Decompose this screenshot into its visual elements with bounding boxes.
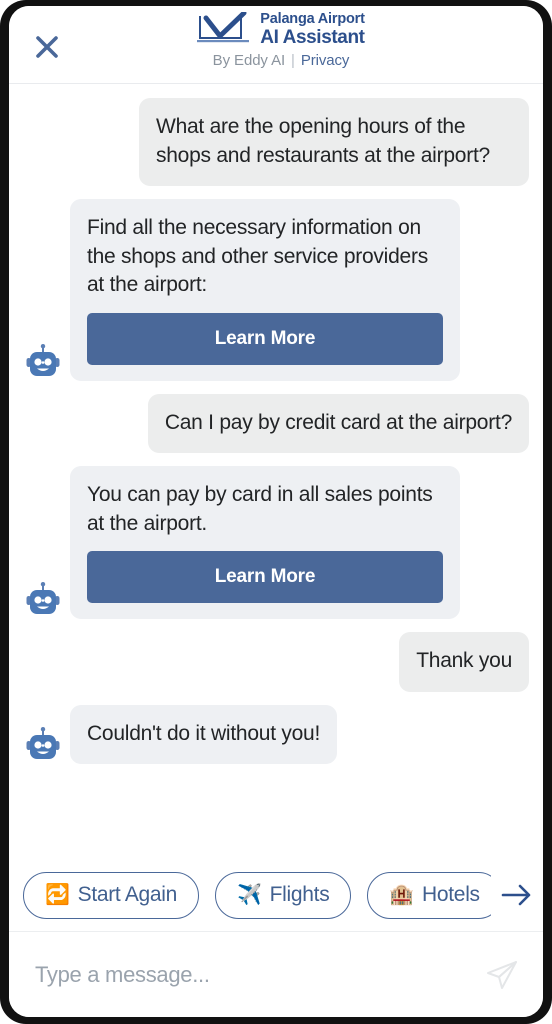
message-row: Couldn't do it without you! bbox=[23, 704, 529, 765]
robot-avatar-icon bbox=[23, 339, 63, 379]
brand-subtitle: By Eddy AI | Privacy bbox=[213, 52, 350, 69]
brand-block: Palanga Airport AI Assistant By Eddy AI … bbox=[197, 11, 365, 69]
chat-header: Palanga Airport AI Assistant By Eddy AI … bbox=[9, 6, 543, 84]
user-message-bubble: Can I pay by credit card at the airport? bbox=[147, 393, 529, 454]
bot-message-bubble: Couldn't do it without you! bbox=[70, 704, 338, 765]
learn-more-button[interactable]: Learn More bbox=[87, 551, 443, 604]
message-list: What are the opening hours of the shops … bbox=[9, 84, 543, 859]
user-message-bubble: Thank you bbox=[399, 632, 529, 692]
message-row: Can I pay by credit card at the airport? bbox=[23, 393, 529, 454]
repeat-icon: 🔁 bbox=[45, 884, 70, 906]
hotel-icon: 🏨 bbox=[389, 884, 415, 906]
quick-reply-hotels[interactable]: 🏨 Hotels bbox=[367, 871, 502, 919]
bot-message-bubble: You can pay by card in all sales points … bbox=[70, 466, 460, 620]
palanga-airport-logo bbox=[197, 12, 250, 43]
quick-reply-label: Start Again bbox=[77, 883, 178, 906]
brand-title-line1: Palanga Airport bbox=[260, 11, 365, 27]
robot-avatar-icon bbox=[23, 722, 63, 762]
message-row: You can pay by card in all sales points … bbox=[23, 466, 529, 620]
send-paper-plane-icon bbox=[487, 960, 517, 989]
robot-avatar-glyph bbox=[26, 582, 60, 615]
robot-avatar-glyph bbox=[26, 727, 60, 760]
chat-widget: Palanga Airport AI Assistant By Eddy AI … bbox=[9, 6, 543, 1017]
robot-avatar-glyph bbox=[26, 343, 60, 376]
device-frame: Palanga Airport AI Assistant By Eddy AI … bbox=[0, 0, 552, 1024]
quick-reply-start-again[interactable]: 🔁 Start Again bbox=[23, 871, 200, 919]
quick-reply-label: Flights bbox=[269, 883, 330, 906]
subtitle-separator: | bbox=[291, 51, 295, 69]
quick-reply-flights[interactable]: ✈️ Flights bbox=[215, 871, 352, 919]
message-row: Find all the necessary information on th… bbox=[23, 199, 529, 381]
close-icon[interactable] bbox=[26, 26, 68, 68]
send-button[interactable] bbox=[479, 952, 525, 998]
close-icon-glyph bbox=[36, 36, 58, 58]
brand-row: Palanga Airport AI Assistant bbox=[197, 11, 365, 48]
message-row: Thank you bbox=[23, 632, 529, 692]
message-input-bar bbox=[9, 931, 543, 1017]
learn-more-button[interactable]: Learn More bbox=[87, 312, 443, 365]
quick-reply-label: Hotels bbox=[422, 883, 480, 906]
airplane-icon: ✈️ bbox=[237, 884, 262, 906]
message-input[interactable] bbox=[35, 961, 469, 988]
brand-title-line2: AI Assistant bbox=[260, 26, 365, 48]
user-message-bubble: What are the opening hours of the shops … bbox=[139, 98, 529, 187]
arrow-right-icon bbox=[501, 884, 531, 906]
quick-reply-bar: 🔁 Start Again ✈️ Flights 🏨 Hotels bbox=[9, 859, 543, 931]
provider-label: By Eddy AI bbox=[212, 51, 286, 69]
robot-avatar-icon bbox=[23, 577, 63, 617]
bot-message-bubble: Find all the necessary information on th… bbox=[70, 199, 460, 381]
privacy-link[interactable]: Privacy bbox=[301, 52, 350, 69]
quick-reply-scroller[interactable]: 🔁 Start Again ✈️ Flights 🏨 Hotels bbox=[9, 871, 516, 919]
brand-text: Palanga Airport AI Assistant bbox=[260, 11, 365, 48]
bot-message-text: You can pay by card in all sales points … bbox=[87, 483, 433, 535]
message-row: What are the opening hours of the shops … bbox=[23, 98, 529, 187]
bot-message-text: Find all the necessary information on th… bbox=[87, 216, 428, 297]
quick-reply-next-button[interactable] bbox=[491, 859, 543, 931]
